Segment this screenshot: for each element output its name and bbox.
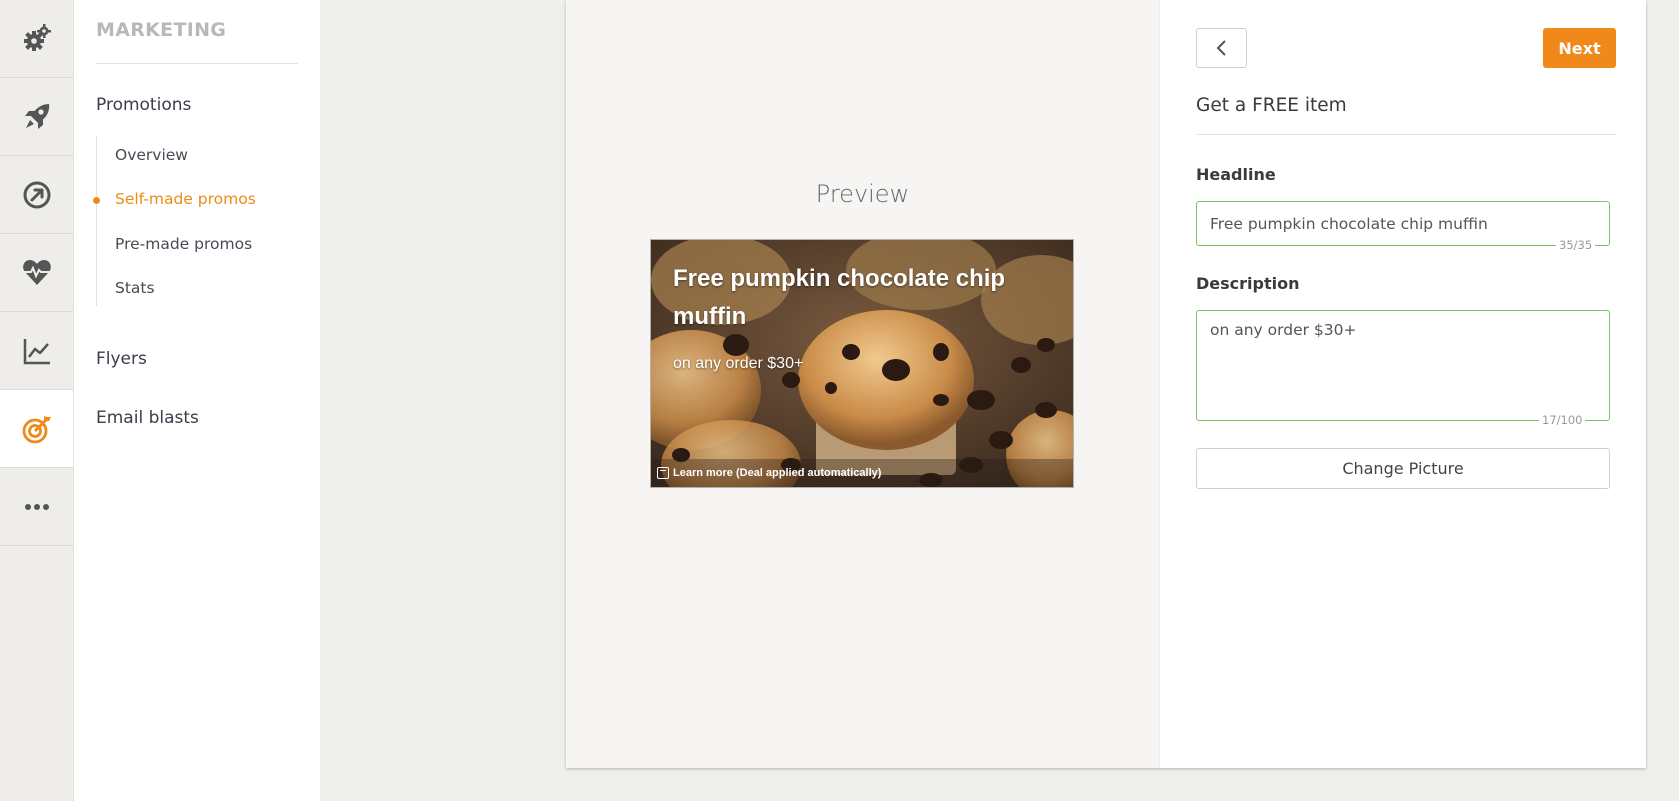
headline-char-counter: 35/35 <box>1556 238 1596 252</box>
line-chart-icon <box>23 338 50 364</box>
nav-link-promotions[interactable]: Promotions <box>96 95 191 115</box>
divider <box>1196 134 1616 135</box>
headline-input[interactable] <box>1196 201 1610 246</box>
promotions-sublist: Overview Self-made promos Pre-made promo… <box>93 136 297 306</box>
marketing-sidebar: MARKETING Promotions Overview Self-made … <box>74 0 320 801</box>
sub-link-self-made-promos[interactable]: Self-made promos <box>115 190 256 208</box>
promo-editor-card: Preview Free pumpkin chocolate chip muff… <box>566 0 1646 768</box>
divider <box>96 63 298 64</box>
description-label: Description <box>1196 274 1300 293</box>
more-icon <box>24 503 49 510</box>
sub-link-pre-made-promos[interactable]: Pre-made promos <box>115 235 252 253</box>
headline-label: Headline <box>1196 165 1276 184</box>
promo-footer[interactable]: Learn more (Deal applied automatically) <box>651 459 1073 487</box>
change-picture-button[interactable]: Change Picture <box>1196 448 1610 489</box>
back-button[interactable] <box>1196 28 1247 68</box>
rail-item-health[interactable] <box>0 234 73 312</box>
target-icon <box>22 415 51 443</box>
gauge-icon <box>23 181 50 208</box>
promo-preview-card: Free pumpkin chocolate chip muffin on an… <box>650 239 1074 488</box>
form-pane: Next Get a FREE item Headline 35/35 Desc… <box>1159 0 1646 768</box>
rail-item-analytics[interactable] <box>0 312 73 390</box>
rail-item-settings[interactable] <box>0 0 73 78</box>
learn-more-link[interactable]: Learn more (Deal applied automatically) <box>673 467 881 479</box>
section-title: MARKETING <box>96 19 227 41</box>
rocket-icon <box>24 103 49 129</box>
rail-item-marketing[interactable] <box>0 390 73 468</box>
promo-headline: Free pumpkin chocolate chip muffin <box>673 265 1006 330</box>
info-icon <box>657 467 669 479</box>
nav-link-flyers[interactable]: Flyers <box>96 349 147 369</box>
sub-link-overview[interactable]: Overview <box>115 146 188 164</box>
gears-icon <box>23 23 51 51</box>
rail-item-more[interactable] <box>0 468 73 546</box>
rail-item-dashboard[interactable] <box>0 156 73 234</box>
preview-pane: Preview Free pumpkin chocolate chip muff… <box>566 0 1160 768</box>
nav-link-email-blasts[interactable]: Email blasts <box>96 408 199 428</box>
description-char-counter: 17/100 <box>1539 413 1586 427</box>
active-indicator-dot <box>93 197 100 204</box>
next-button[interactable]: Next <box>1543 28 1616 68</box>
preview-label: Preview <box>815 180 910 208</box>
icon-rail <box>0 0 74 801</box>
promo-description: on any order $30+ <box>673 355 804 372</box>
description-input[interactable]: on any order $30+ <box>1196 310 1610 421</box>
sub-link-stats[interactable]: Stats <box>115 279 155 297</box>
chevron-left-icon <box>1216 40 1226 56</box>
heartbeat-icon <box>22 259 51 285</box>
form-title: Get a FREE item <box>1196 95 1347 116</box>
rail-item-launch[interactable] <box>0 78 73 156</box>
